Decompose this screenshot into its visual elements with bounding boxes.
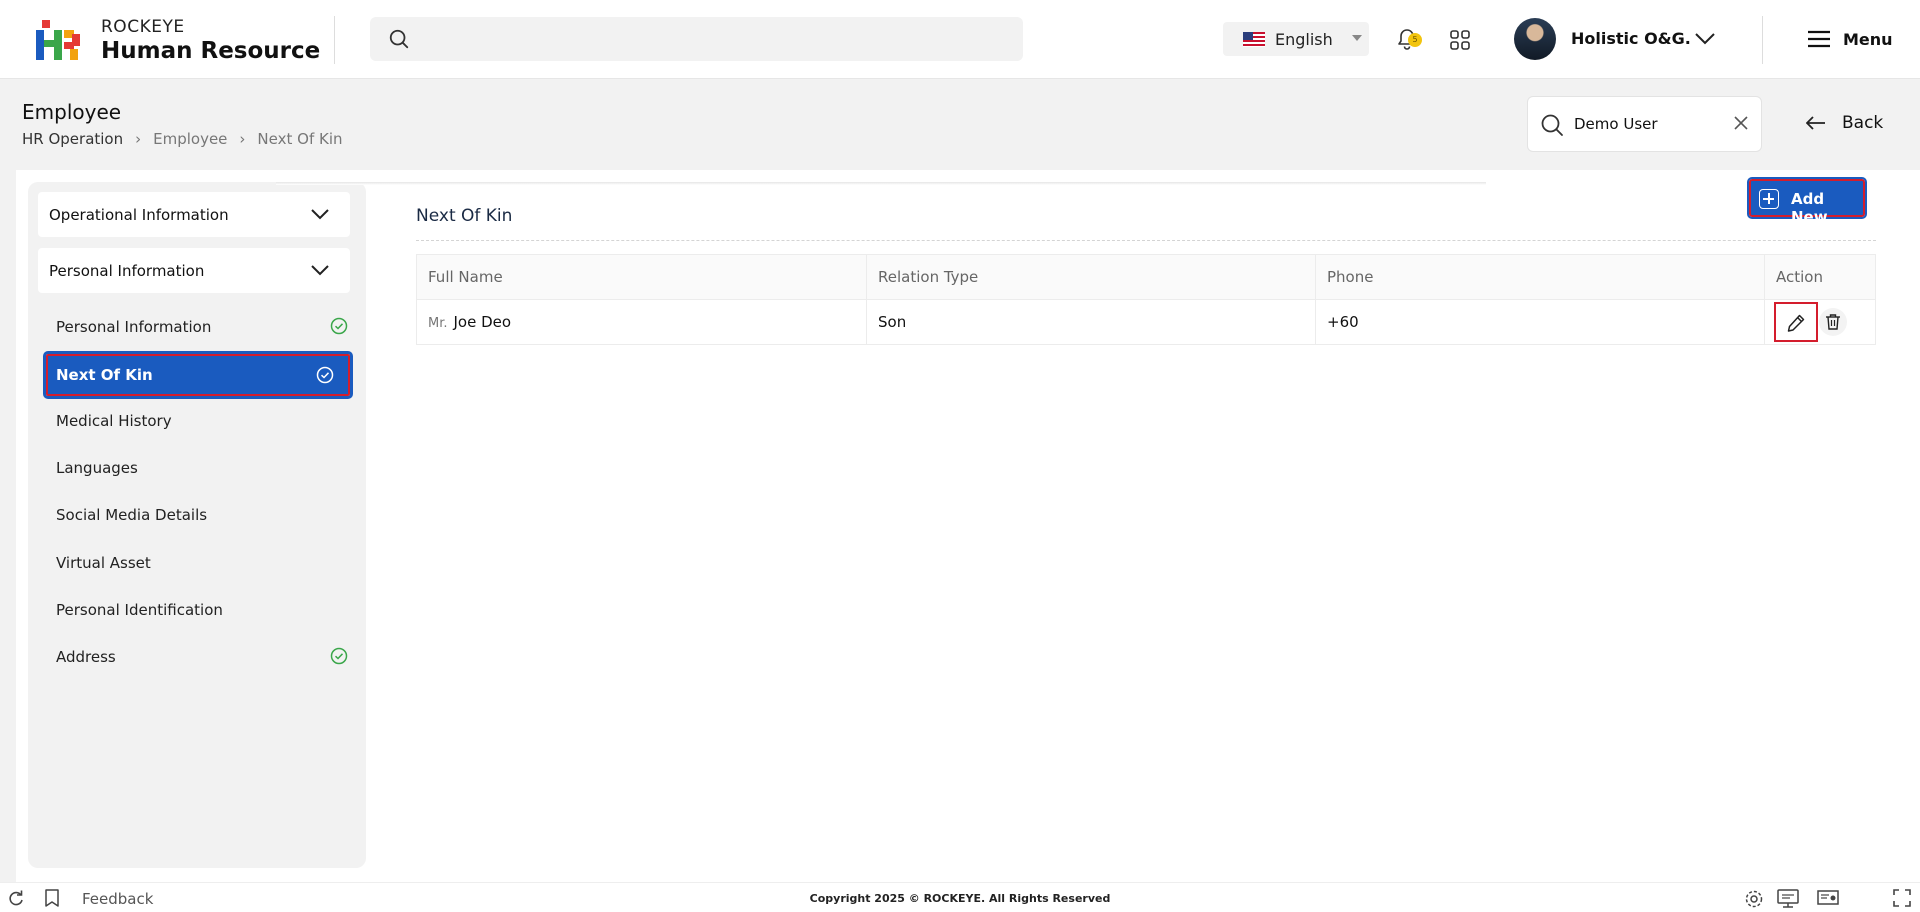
full-name-cell: Mr. Joe Deo [416, 299, 867, 345]
pencil-icon [1787, 314, 1805, 332]
accordion-label: Personal Information [49, 262, 205, 280]
chevron-down-icon [311, 265, 329, 276]
certificate-icon[interactable] [1817, 889, 1839, 909]
arrow-left-icon [1806, 116, 1825, 130]
employee-search-value: Demo User [1574, 115, 1658, 133]
back-button[interactable]: Back [1806, 113, 1883, 133]
column-header: Action [1764, 254, 1876, 300]
brand-line1: ROCKEYE [101, 17, 185, 37]
language-label: English [1275, 30, 1333, 49]
chevron-down-icon [311, 209, 329, 220]
check-circle-icon [330, 317, 348, 335]
section-title: Next Of Kin [416, 206, 513, 226]
trash-icon [1825, 314, 1840, 330]
full-name: Joe Deo [453, 313, 512, 331]
check-circle-icon [330, 647, 348, 665]
sidebar: Operational Information Personal Informa… [28, 182, 366, 868]
sidebar-item-virtual-asset[interactable]: Virtual Asset [56, 554, 356, 572]
footer: Feedback Copyright 2025 © ROCKEYE. All R… [0, 882, 1920, 912]
apps-grid-icon[interactable] [1449, 29, 1471, 51]
search-icon [389, 29, 409, 49]
name-title: Mr. [428, 316, 448, 331]
sidebar-item-label: Languages [56, 459, 138, 477]
settings-icon[interactable] [1744, 889, 1764, 909]
divider [1762, 16, 1763, 64]
hamburger-menu-icon[interactable] [1807, 29, 1831, 49]
sidebar-item-label: Personal Identification [56, 601, 223, 619]
copyright-text: Copyright 2025 © ROCKEYE. All Rights Res… [809, 892, 1111, 905]
main-content: Next Of Kin Add New Full Name Relation T… [276, 170, 1906, 882]
divider [334, 16, 335, 64]
accordion-personal-information[interactable]: Personal Information [38, 248, 350, 293]
back-label: Back [1842, 113, 1884, 133]
notification-badge: 5 [1408, 33, 1422, 47]
delete-button[interactable] [1818, 308, 1847, 336]
sidebar-item-label: Social Media Details [56, 506, 208, 524]
column-header[interactable]: Phone [1315, 254, 1765, 300]
sidebar-item-address[interactable]: Address [56, 647, 356, 666]
employee-search-input[interactable]: Demo User [1527, 96, 1762, 152]
user-name[interactable]: Holistic O&G. [1571, 29, 1691, 48]
table-row: Mr. Joe Deo Son +60 [416, 299, 1876, 345]
user-avatar[interactable] [1514, 18, 1556, 60]
language-select[interactable]: English [1223, 22, 1369, 56]
breadcrumb-item: Next Of Kin [257, 130, 343, 148]
sidebar-item-label: Virtual Asset [56, 554, 151, 572]
action-cell [1764, 299, 1876, 345]
close-icon[interactable] [1734, 116, 1748, 130]
plus-icon [1759, 189, 1779, 209]
sidebar-item-label: Next Of Kin [56, 366, 153, 384]
content-panel: Operational Information Personal Informa… [16, 170, 1920, 882]
sidebar-item-label: Personal Information [56, 318, 212, 336]
sidebar-item-personal-information[interactable]: Personal Information [56, 317, 356, 336]
relation-type-cell: Son [866, 299, 1316, 345]
breadcrumb-item[interactable]: HR Operation [22, 130, 123, 148]
caret-down-icon [1352, 35, 1362, 41]
monitor-icon[interactable] [1777, 889, 1799, 909]
chevron-down-icon[interactable] [1694, 32, 1716, 46]
column-header[interactable]: Full Name [416, 254, 867, 300]
sidebar-item-social-media-details[interactable]: Social Media Details [56, 506, 356, 524]
fullscreen-icon[interactable] [1893, 889, 1911, 907]
top-bar: ROCKEYE Human Resource English 5 Holisti… [0, 0, 1920, 79]
sidebar-item-medical-history[interactable]: Medical History [56, 412, 356, 430]
global-search-input[interactable] [370, 17, 1023, 61]
edit-button[interactable] [1774, 302, 1818, 342]
sidebar-item-label: Address [56, 648, 116, 666]
check-circle-icon [316, 366, 334, 384]
divider [416, 240, 1876, 241]
sidebar-item-personal-identification[interactable]: Personal Identification [56, 601, 356, 619]
accordion-operational-information[interactable]: Operational Information [38, 192, 350, 237]
menu-label[interactable]: Menu [1843, 30, 1893, 49]
next-of-kin-table: Full Name Relation Type Phone Action Mr.… [416, 254, 1876, 345]
page-title: Employee [22, 100, 122, 124]
breadcrumb-item[interactable]: Employee [153, 130, 227, 148]
us-flag-icon [1243, 32, 1265, 47]
chevron-right-icon: › [135, 130, 142, 148]
add-new-label: Add New [1791, 190, 1828, 226]
sidebar-item-languages[interactable]: Languages [56, 459, 356, 477]
phone-cell: +60 [1315, 299, 1765, 345]
sidebar-item-next-of-kin[interactable]: Next Of Kin [43, 351, 353, 399]
column-header[interactable]: Relation Type [866, 254, 1316, 300]
brand-name: ROCKEYE Human Resource [101, 17, 320, 64]
table-header-row: Full Name Relation Type Phone Action [416, 254, 1876, 300]
chevron-right-icon: › [239, 130, 246, 148]
add-new-button[interactable]: Add New [1747, 177, 1867, 226]
brand-line2: Human Resource [101, 38, 321, 64]
sidebar-item-label: Medical History [56, 412, 172, 430]
breadcrumb: HR Operation › Employee › Next Of Kin [22, 130, 343, 148]
rockeye-logo[interactable] [36, 20, 80, 60]
divider [276, 182, 1486, 185]
search-icon [1541, 114, 1563, 136]
accordion-label: Operational Information [49, 206, 229, 224]
